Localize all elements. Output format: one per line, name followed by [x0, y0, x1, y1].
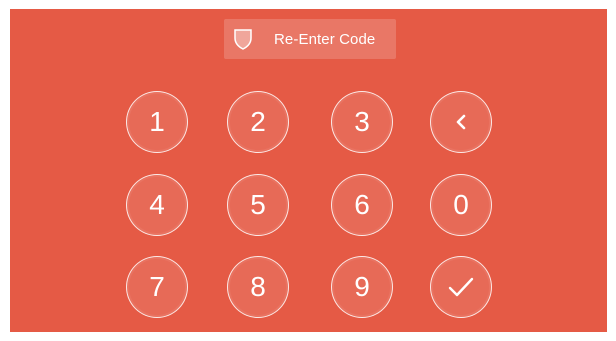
key-label: 5: [250, 189, 266, 220]
passcode-screen: Re-Enter Code 1 2 3 4 5 6 0 7 8 9: [10, 9, 607, 332]
key-label: 4: [149, 189, 165, 220]
checkmark-icon: [447, 276, 475, 298]
key-label: 3: [354, 106, 370, 137]
key-label: 6: [354, 189, 370, 220]
shield-icon: [232, 26, 254, 52]
keypad-key-3[interactable]: 3: [331, 91, 393, 153]
keypad-key-9[interactable]: 9: [331, 256, 393, 318]
key-label: 7: [149, 271, 165, 302]
keypad-key-7[interactable]: 7: [126, 256, 188, 318]
key-label: 1: [149, 106, 165, 137]
key-label: 9: [354, 271, 370, 302]
key-label: 8: [250, 271, 266, 302]
page-title: Re-Enter Code: [274, 30, 376, 48]
passcode-header: Re-Enter Code: [224, 19, 396, 59]
keypad-key-8[interactable]: 8: [227, 256, 289, 318]
backspace-button[interactable]: [430, 91, 492, 153]
key-label: 0: [453, 189, 469, 220]
keypad-key-4[interactable]: 4: [126, 174, 188, 236]
keypad-key-1[interactable]: 1: [126, 91, 188, 153]
keypad-key-5[interactable]: 5: [227, 174, 289, 236]
back-chevron-icon: [453, 113, 469, 131]
confirm-button[interactable]: [430, 256, 492, 318]
keypad-key-2[interactable]: 2: [227, 91, 289, 153]
keypad-key-6[interactable]: 6: [331, 174, 393, 236]
keypad-key-0[interactable]: 0: [430, 174, 492, 236]
key-label: 2: [250, 106, 266, 137]
